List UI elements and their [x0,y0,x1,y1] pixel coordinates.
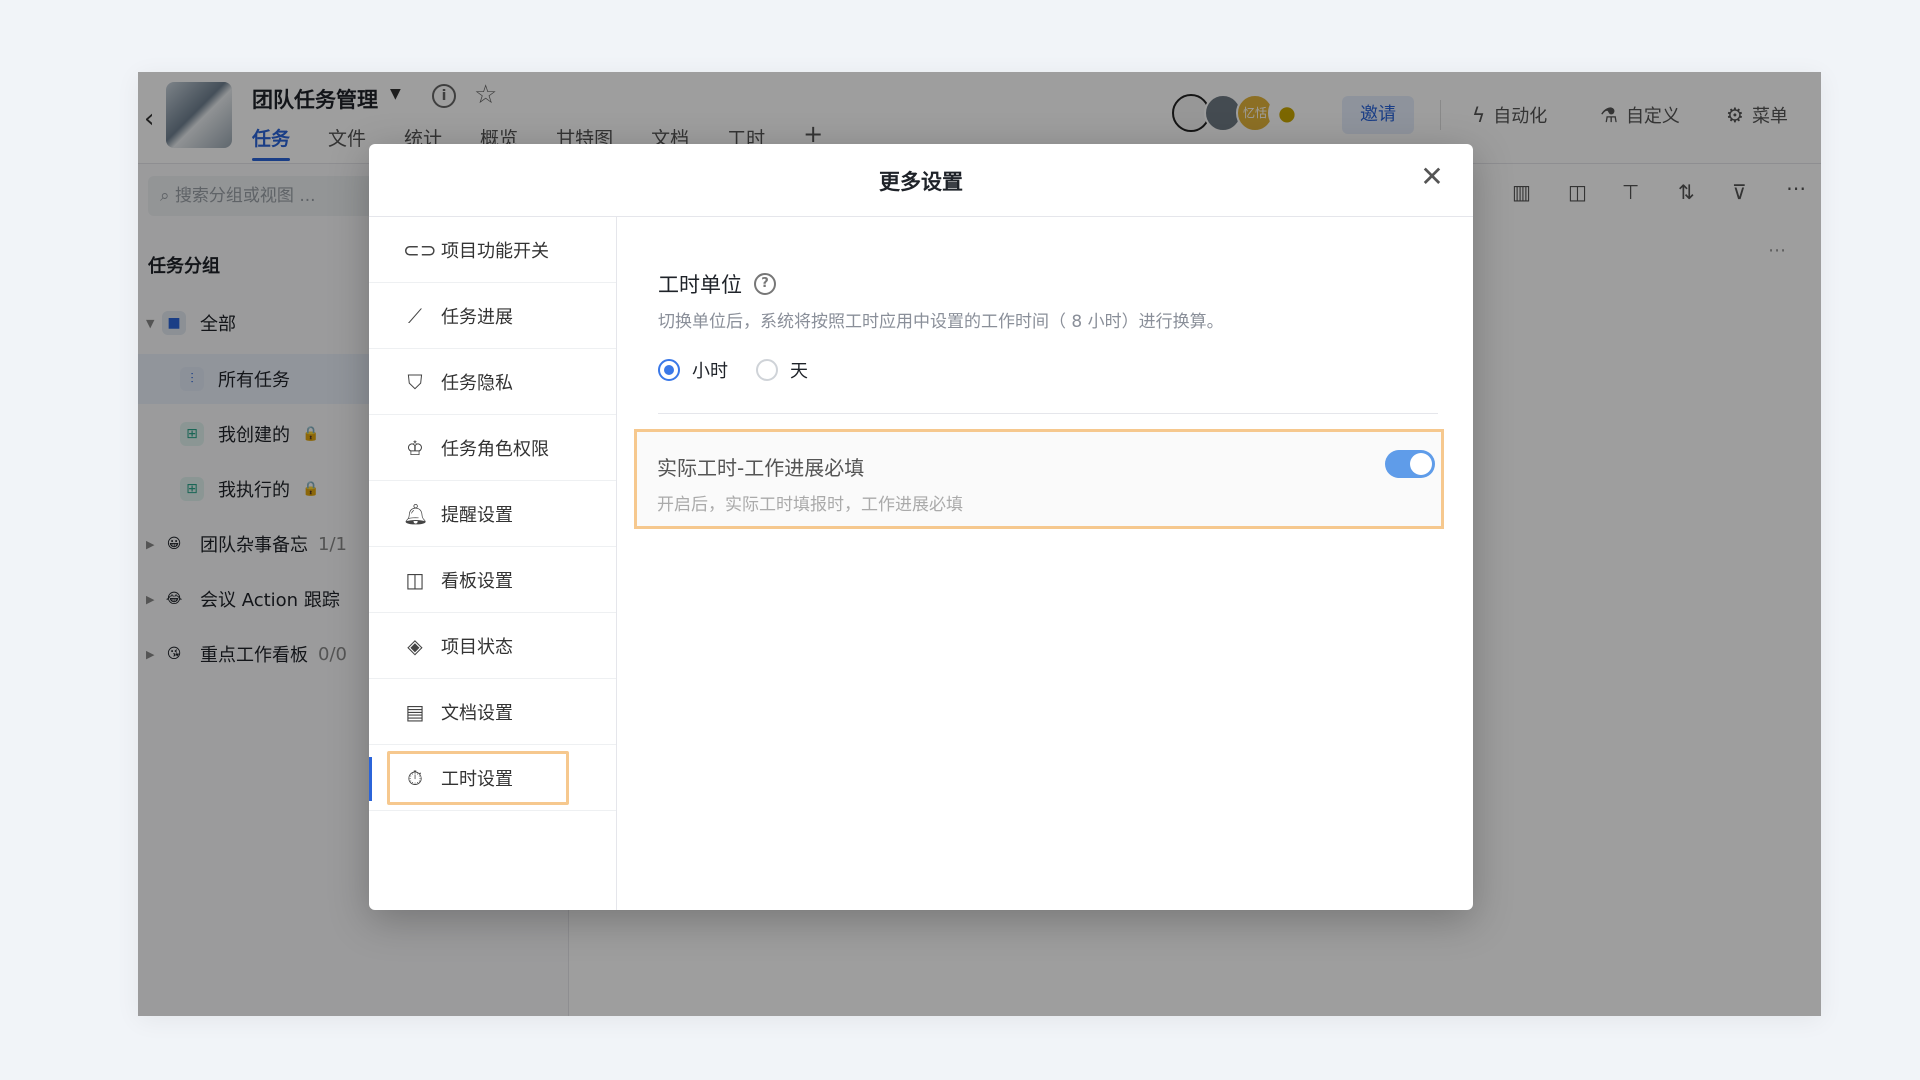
nav-item-label: 看板设置 [441,570,513,592]
divider [658,413,1438,414]
dialog-title: 更多设置 [879,170,963,194]
more-settings-dialog: 更多设置 ✕ ⊂⊃ 项目功能开关 ⟋ 任务进展 ⛉ 任务隐私 ♔ 任务角色权限 [369,144,1473,910]
unit-section-title: 工时单位 ? [658,269,776,299]
radio-label-days[interactable]: 天 [790,357,808,383]
nav-item-label: 文档设置 [441,702,513,724]
section-title-text: 工时单位 [658,273,742,297]
unit-section-description: 切换单位后，系统将按照工时应用中设置的工作时间（ 8 小时）进行换算。 [658,312,1224,332]
nav-item-project-status[interactable]: ◈ 项目状态 [369,613,616,679]
nav-item-label: 项目状态 [441,636,513,658]
close-button[interactable]: ✕ [1415,160,1449,194]
nav-item-timesheet[interactable]: ⏱ 工时设置 [369,745,616,811]
nav-item-task-progress[interactable]: ⟋ 任务进展 [369,283,616,349]
toggle-icon: ⊂⊃ [403,237,437,262]
dialog-header: 更多设置 ✕ [369,144,1473,217]
setting-description: 开启后，实际工时填报时，工作进展必填 [657,495,963,515]
progress-icon: ⟋ [408,303,422,328]
kanban-icon: ◫ [405,567,425,592]
nav-item-label: 提醒设置 [441,504,513,526]
radio-hours[interactable] [658,359,680,381]
nav-item-label: 任务进展 [441,306,513,328]
help-icon[interactable]: ? [754,273,776,295]
nav-item-label: 项目功能开关 [441,240,549,262]
progress-required-setting: 实际工时-工作进展必填 开启后，实际工时填报时，工作进展必填 [634,429,1444,529]
layers-icon: ◈ [407,633,423,658]
modal-overlay: 更多设置 ✕ ⊂⊃ 项目功能开关 ⟋ 任务进展 ⛉ 任务隐私 ♔ 任务角色权限 [0,0,1920,1080]
settings-nav: ⊂⊃ 项目功能开关 ⟋ 任务进展 ⛉ 任务隐私 ♔ 任务角色权限 🔔︎ 提醒设置… [369,217,617,910]
progress-required-toggle[interactable] [1385,450,1435,478]
document-icon: ▤ [405,699,425,724]
nav-item-reminders[interactable]: 🔔︎ 提醒设置 [369,481,616,547]
nav-item-task-privacy[interactable]: ⛉ 任务隐私 [369,349,616,415]
shield-icon: ⛉ [407,369,423,394]
setting-title: 实际工时-工作进展必填 [657,456,865,480]
crown-icon: ♔ [406,435,424,460]
nav-item-feature-toggle[interactable]: ⊂⊃ 项目功能开关 [369,217,616,283]
highlight-frame [387,751,569,805]
unit-radio-group: 小时 天 [658,357,836,383]
bell-icon: 🔔︎ [403,501,429,526]
nav-item-role-permissions[interactable]: ♔ 任务角色权限 [369,415,616,481]
settings-content: 工时单位 ? 切换单位后，系统将按照工时应用中设置的工作时间（ 8 小时）进行换… [618,217,1473,910]
nav-item-label: 任务隐私 [441,372,513,394]
nav-item-docs[interactable]: ▤ 文档设置 [369,679,616,745]
radio-label-hours[interactable]: 小时 [692,357,728,383]
close-icon: ✕ [1420,160,1444,193]
nav-item-label: 任务角色权限 [441,438,549,460]
radio-days[interactable] [756,359,778,381]
nav-item-kanban[interactable]: ◫ 看板设置 [369,547,616,613]
